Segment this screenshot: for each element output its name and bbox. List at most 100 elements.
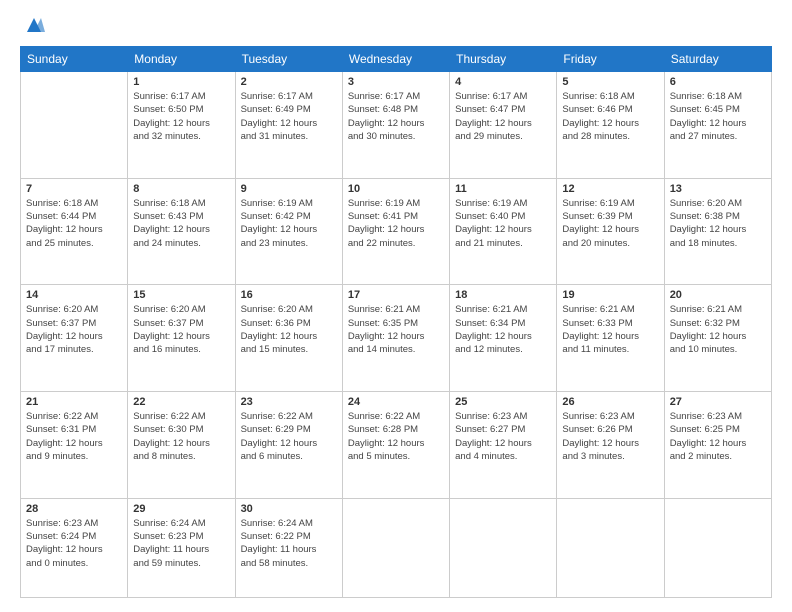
calendar-cell: 27 Sunrise: 6:23 AM Sunset: 6:25 PM Dayli… [664, 392, 771, 499]
day-info: Sunrise: 6:20 AM Sunset: 6:38 PM Dayligh… [670, 197, 766, 250]
day-info: Sunrise: 6:21 AM Sunset: 6:35 PM Dayligh… [348, 303, 444, 356]
day-number: 17 [348, 289, 444, 301]
day-info: Sunrise: 6:22 AM Sunset: 6:31 PM Dayligh… [26, 410, 122, 463]
calendar-cell: 29Sunrise: 6:24 AM Sunset: 6:23 PM Dayli… [128, 498, 235, 597]
day-number: 15 [133, 289, 229, 301]
day-number: 6 [670, 76, 766, 88]
calendar-cell: 26Sunrise: 6:23 AM Sunset: 6:26 PM Dayli… [557, 392, 664, 499]
day-info: Sunrise: 6:20 AM Sunset: 6:36 PM Dayligh… [241, 303, 337, 356]
calendar-cell [664, 498, 771, 597]
day-number: 30 [241, 503, 337, 515]
day-number: 9 [241, 183, 337, 195]
day-number: 14 [26, 289, 122, 301]
day-info: Sunrise: 6:20 AM Sunset: 6:37 PM Dayligh… [133, 303, 229, 356]
calendar-cell: 22Sunrise: 6:22 AM Sunset: 6:30 PM Dayli… [128, 392, 235, 499]
day-number: 25 [455, 396, 551, 408]
day-number: 5 [562, 76, 658, 88]
calendar-cell: 12 Sunrise: 6:19 AM Sunset: 6:39 PM Dayli… [557, 178, 664, 285]
calendar-week-2: 14 Sunrise: 6:20 AM Sunset: 6:37 PM Dayli… [21, 285, 772, 392]
calendar-cell: 4Sunrise: 6:17 AM Sunset: 6:47 PM Daylig… [450, 72, 557, 179]
calendar-cell: 9 Sunrise: 6:19 AM Sunset: 6:42 PM Daylig… [235, 178, 342, 285]
calendar-cell: 17 Sunrise: 6:21 AM Sunset: 6:35 PM Dayli… [342, 285, 449, 392]
calendar-cell: 5Sunrise: 6:18 AM Sunset: 6:46 PM Daylig… [557, 72, 664, 179]
calendar-cell: 6 Sunrise: 6:18 AM Sunset: 6:45 PM Daylig… [664, 72, 771, 179]
day-number: 28 [26, 503, 122, 515]
day-number: 29 [133, 503, 229, 515]
calendar-cell [21, 72, 128, 179]
day-number: 10 [348, 183, 444, 195]
day-info: Sunrise: 6:18 AM Sunset: 6:43 PM Dayligh… [133, 197, 229, 250]
day-info: Sunrise: 6:17 AM Sunset: 6:49 PM Dayligh… [241, 90, 337, 143]
calendar-cell: 24 Sunrise: 6:22 AM Sunset: 6:28 PM Dayli… [342, 392, 449, 499]
day-number: 21 [26, 396, 122, 408]
calendar-cell: 30 Sunrise: 6:24 AM Sunset: 6:22 PM Dayli… [235, 498, 342, 597]
day-number: 7 [26, 183, 122, 195]
day-info: Sunrise: 6:22 AM Sunset: 6:28 PM Dayligh… [348, 410, 444, 463]
calendar-cell: 3Sunrise: 6:17 AM Sunset: 6:48 PM Daylig… [342, 72, 449, 179]
day-number: 16 [241, 289, 337, 301]
calendar-cell: 16 Sunrise: 6:20 AM Sunset: 6:36 PM Dayli… [235, 285, 342, 392]
day-info: Sunrise: 6:19 AM Sunset: 6:39 PM Dayligh… [562, 197, 658, 250]
calendar-week-0: 1 Sunrise: 6:17 AM Sunset: 6:50 PM Daylig… [21, 72, 772, 179]
day-info: Sunrise: 6:17 AM Sunset: 6:50 PM Dayligh… [133, 90, 229, 143]
day-number: 26 [562, 396, 658, 408]
day-number: 19 [562, 289, 658, 301]
calendar-header-monday: Monday [128, 47, 235, 72]
logo [20, 18, 45, 36]
day-info: Sunrise: 6:19 AM Sunset: 6:42 PM Dayligh… [241, 197, 337, 250]
day-number: 20 [670, 289, 766, 301]
day-number: 27 [670, 396, 766, 408]
day-info: Sunrise: 6:17 AM Sunset: 6:48 PM Dayligh… [348, 90, 444, 143]
day-info: Sunrise: 6:22 AM Sunset: 6:29 PM Dayligh… [241, 410, 337, 463]
day-number: 13 [670, 183, 766, 195]
day-number: 18 [455, 289, 551, 301]
calendar-cell: 1 Sunrise: 6:17 AM Sunset: 6:50 PM Daylig… [128, 72, 235, 179]
calendar-cell: 13 Sunrise: 6:20 AM Sunset: 6:38 PM Dayli… [664, 178, 771, 285]
calendar-week-3: 21 Sunrise: 6:22 AM Sunset: 6:31 PM Dayli… [21, 392, 772, 499]
calendar-header-sunday: Sunday [21, 47, 128, 72]
day-info: Sunrise: 6:18 AM Sunset: 6:44 PM Dayligh… [26, 197, 122, 250]
calendar: SundayMondayTuesdayWednesdayThursdayFrid… [20, 46, 772, 598]
calendar-cell [342, 498, 449, 597]
day-number: 12 [562, 183, 658, 195]
calendar-header-saturday: Saturday [664, 47, 771, 72]
day-number: 24 [348, 396, 444, 408]
calendar-cell: 14 Sunrise: 6:20 AM Sunset: 6:37 PM Dayli… [21, 285, 128, 392]
header [20, 18, 772, 36]
calendar-header-friday: Friday [557, 47, 664, 72]
day-number: 8 [133, 183, 229, 195]
calendar-header-thursday: Thursday [450, 47, 557, 72]
calendar-cell [450, 498, 557, 597]
calendar-cell: 25Sunrise: 6:23 AM Sunset: 6:27 PM Dayli… [450, 392, 557, 499]
day-info: Sunrise: 6:21 AM Sunset: 6:33 PM Dayligh… [562, 303, 658, 356]
day-number: 11 [455, 183, 551, 195]
day-info: Sunrise: 6:23 AM Sunset: 6:24 PM Dayligh… [26, 517, 122, 570]
day-info: Sunrise: 6:23 AM Sunset: 6:25 PM Dayligh… [670, 410, 766, 463]
calendar-cell: 20 Sunrise: 6:21 AM Sunset: 6:32 PM Dayli… [664, 285, 771, 392]
calendar-header-row: SundayMondayTuesdayWednesdayThursdayFrid… [21, 47, 772, 72]
day-number: 23 [241, 396, 337, 408]
day-number: 4 [455, 76, 551, 88]
calendar-cell: 7 Sunrise: 6:18 AM Sunset: 6:44 PM Daylig… [21, 178, 128, 285]
day-info: Sunrise: 6:20 AM Sunset: 6:37 PM Dayligh… [26, 303, 122, 356]
day-number: 1 [133, 76, 229, 88]
day-info: Sunrise: 6:19 AM Sunset: 6:40 PM Dayligh… [455, 197, 551, 250]
calendar-cell: 18Sunrise: 6:21 AM Sunset: 6:34 PM Dayli… [450, 285, 557, 392]
day-info: Sunrise: 6:18 AM Sunset: 6:45 PM Dayligh… [670, 90, 766, 143]
calendar-cell: 2 Sunrise: 6:17 AM Sunset: 6:49 PM Daylig… [235, 72, 342, 179]
calendar-cell: 23 Sunrise: 6:22 AM Sunset: 6:29 PM Dayli… [235, 392, 342, 499]
calendar-cell: 21 Sunrise: 6:22 AM Sunset: 6:31 PM Dayli… [21, 392, 128, 499]
calendar-header-wednesday: Wednesday [342, 47, 449, 72]
calendar-header-tuesday: Tuesday [235, 47, 342, 72]
calendar-week-1: 7 Sunrise: 6:18 AM Sunset: 6:44 PM Daylig… [21, 178, 772, 285]
day-info: Sunrise: 6:22 AM Sunset: 6:30 PM Dayligh… [133, 410, 229, 463]
day-number: 2 [241, 76, 337, 88]
calendar-cell: 28 Sunrise: 6:23 AM Sunset: 6:24 PM Dayli… [21, 498, 128, 597]
calendar-cell: 19 Sunrise: 6:21 AM Sunset: 6:33 PM Dayli… [557, 285, 664, 392]
calendar-week-4: 28 Sunrise: 6:23 AM Sunset: 6:24 PM Dayli… [21, 498, 772, 597]
page: SundayMondayTuesdayWednesdayThursdayFrid… [0, 0, 792, 612]
calendar-cell: 10 Sunrise: 6:19 AM Sunset: 6:41 PM Dayli… [342, 178, 449, 285]
day-info: Sunrise: 6:21 AM Sunset: 6:32 PM Dayligh… [670, 303, 766, 356]
day-info: Sunrise: 6:19 AM Sunset: 6:41 PM Dayligh… [348, 197, 444, 250]
day-info: Sunrise: 6:24 AM Sunset: 6:22 PM Dayligh… [241, 517, 337, 570]
